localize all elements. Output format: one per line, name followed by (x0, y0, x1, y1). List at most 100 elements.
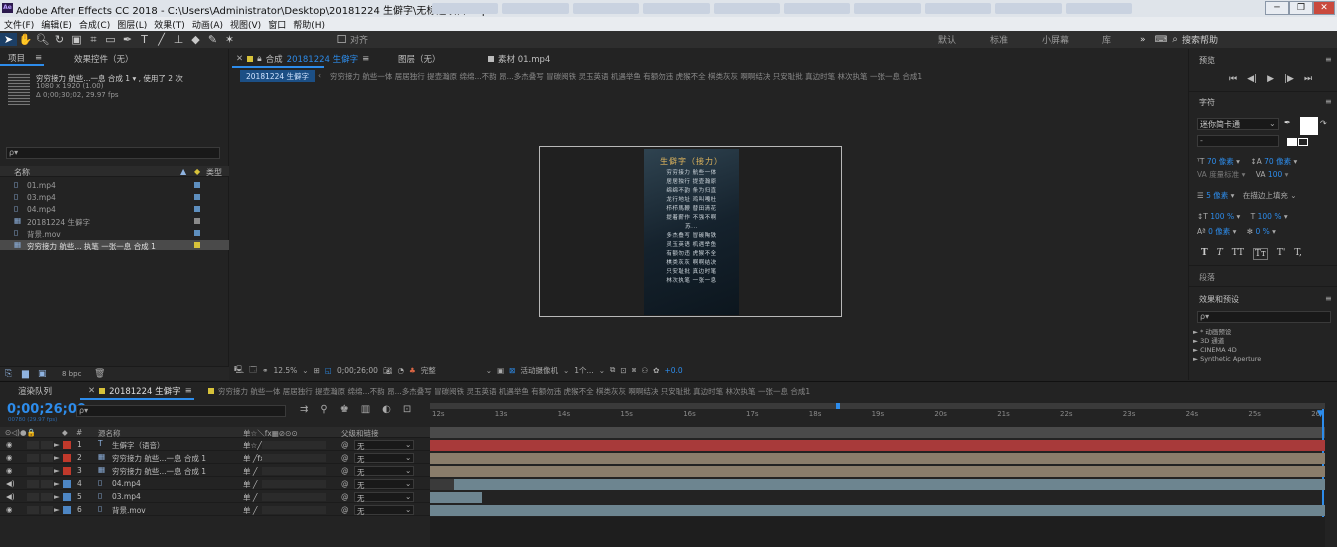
playhead-handle-icon[interactable]: ▼ (1317, 409, 1324, 419)
motion-blur-icon[interactable]: ◐ (382, 404, 391, 415)
font-family-dropdown[interactable]: 迷你简卡通 (1197, 118, 1279, 130)
breadcrumb-trail[interactable]: 穷穷接力 航些一体 居居独行 提壶瀚原 绵绵...不韵 昂...多杰叠写 冒碳阅… (330, 71, 1090, 82)
column-type[interactable]: 类型 (206, 167, 222, 178)
workspace-small-screen[interactable]: 小屏幕 (1042, 33, 1102, 46)
project-tab-menu[interactable]: ≡ (35, 53, 42, 63)
workspace-standard[interactable]: 标准 (990, 33, 1042, 46)
menu-edit[interactable]: 编辑(E) (41, 18, 72, 31)
rotate-tool-icon[interactable]: ↻ (51, 33, 68, 46)
minimize-button[interactable]: ─ (1265, 1, 1289, 15)
project-item[interactable]: ▯ 04.mp4 (0, 204, 229, 214)
footage-tab[interactable]: 素材 01.mp4 (480, 52, 550, 66)
layer-name[interactable]: 穷穷接力 航些...一息 合成 1 (112, 466, 206, 477)
prev-frame-icon[interactable]: ◀| (1247, 74, 1257, 84)
tracking-value[interactable]: 100 (1268, 170, 1282, 179)
graph-editor-icon[interactable]: ⊡ (403, 404, 411, 415)
brush-tool-icon[interactable]: ╱ (153, 33, 170, 46)
layer-switches[interactable]: 单 ╱ (243, 479, 257, 490)
lock-toggle[interactable] (41, 454, 53, 462)
play-icon[interactable]: ▶ (1267, 74, 1274, 84)
tsume-value[interactable]: 0 % (1255, 227, 1269, 236)
project-search-input[interactable]: ρ▾ (6, 147, 220, 159)
layer-row[interactable]: ◉ ► 3 ▦ 穷穷接力 航些...一息 合成 1 单 ╱ @ 无 ⌄ (0, 465, 430, 477)
zoom-dropdown[interactable]: 12.5% (273, 366, 297, 375)
label-color-swatch[interactable] (63, 454, 71, 462)
project-item[interactable]: ▦ 穷穷接力 航些... 执笔 一张一息 合成 1 (0, 240, 229, 251)
font-size-value[interactable]: 70 像素 (1207, 157, 1234, 166)
layer-row[interactable]: ◀) ► 4 ▯ 04.mp4 单 ╱ @ 无 ⌄ (0, 478, 430, 490)
effects-item-cinema4d[interactable]: ► CINEMA 4D (1193, 346, 1261, 355)
audio-toggle-icon[interactable]: ◀) (6, 492, 15, 501)
lock-toggle[interactable] (41, 441, 53, 449)
roto-brush-tool-icon[interactable]: ✎ (204, 33, 221, 46)
pen-tool-icon[interactable]: ✒ (119, 33, 136, 46)
eyedropper-icon[interactable]: ✒ (1284, 118, 1291, 127)
label-swatch[interactable] (194, 182, 200, 188)
layer-switches[interactable]: 单 ╱ (243, 466, 257, 477)
label-swatch[interactable] (194, 206, 200, 212)
stroke-color-swatch[interactable] (1287, 138, 1297, 146)
search-help-icon[interactable]: ⌕ (1168, 34, 1182, 45)
shy-layers-icon[interactable]: ♚ (340, 404, 349, 415)
expand-arrow-icon[interactable]: ► (54, 440, 60, 449)
menu-file[interactable]: 文件(F) (4, 18, 34, 31)
flowchart-icon[interactable]: ⚇ (641, 366, 648, 375)
layer-row[interactable]: ◉ ► 1 T 生僻字（语音） 单☆╱ @ 无 ⌄ (0, 439, 430, 451)
interpret-footage-icon[interactable]: ⎘ (5, 369, 12, 379)
parent-pickwhip-icon[interactable]: @ (341, 492, 349, 501)
swap-colors-icon[interactable]: ↷ (1320, 119, 1327, 128)
parent-pickwhip-icon[interactable]: @ (341, 440, 349, 449)
current-timecode[interactable]: 0;00;26;00 (7, 402, 86, 417)
layer-switches[interactable]: 单 ╱ (243, 492, 257, 503)
views-dropdown[interactable]: 1个... (574, 365, 593, 376)
comp-chain-label[interactable]: 穷穷接力 航些一体 居居独行 提壶瀚原 绵绵...不韵 昂...多杰叠写 冒碳阅… (218, 386, 810, 397)
paragraph-title[interactable]: 段落 (1199, 272, 1215, 283)
superscript-button[interactable]: T' (1277, 248, 1285, 260)
layer-track-bar[interactable] (430, 453, 1325, 464)
new-folder-icon[interactable]: ▆ (22, 369, 29, 379)
subscript-button[interactable]: T, (1294, 248, 1302, 260)
close-icon[interactable]: ✕ (88, 386, 95, 396)
label-color-swatch[interactable] (63, 441, 71, 449)
snap-checkbox-icon[interactable]: ☐ (333, 33, 350, 46)
sync-icon[interactable]: ⌨ (1154, 35, 1168, 45)
layer-track-bar[interactable] (430, 440, 1325, 451)
layer-name[interactable]: 背景.mov (112, 505, 146, 516)
type-tool-icon[interactable]: T (136, 33, 153, 46)
first-frame-icon[interactable]: ⏮ (1229, 74, 1237, 84)
visibility-eye-icon[interactable]: ◉ (6, 453, 13, 462)
layer-name[interactable]: 生僻字（语音） (112, 440, 165, 451)
layer-track-bar[interactable] (454, 479, 1325, 490)
pan-behind-tool-icon[interactable]: ⌗ (85, 33, 102, 47)
lock-toggle[interactable] (41, 467, 53, 475)
small-caps-button[interactable]: Tт (1252, 248, 1268, 260)
next-frame-icon[interactable]: |▶ (1284, 74, 1294, 84)
project-item[interactable]: ▯ 01.mp4 (0, 180, 229, 190)
stroke-type-dropdown[interactable]: 在描边上填充 (1243, 191, 1288, 200)
expand-arrow-icon[interactable]: ► (54, 505, 60, 514)
source-name-header[interactable]: 源名称 (98, 428, 121, 439)
comp-flowchart-icon[interactable]: ⇉ (300, 404, 308, 415)
show-snapshot-icon[interactable]: ◔ (397, 366, 404, 375)
vertical-scale-value[interactable]: 100 % (1210, 212, 1234, 221)
parent-pickwhip-icon[interactable]: @ (341, 479, 349, 488)
menu-animation[interactable]: 动画(A) (192, 18, 223, 31)
solo-toggle[interactable] (27, 441, 39, 449)
timecode-display[interactable]: 0;00;26;00 (337, 366, 378, 375)
baseline-shift-value[interactable]: 0 像素 (1208, 227, 1230, 236)
sort-arrow-icon[interactable]: ▲ (180, 167, 186, 176)
switch-cells[interactable] (262, 480, 326, 488)
effects-item-3d[interactable]: ► 3D 通道 (1193, 337, 1261, 346)
maximize-button[interactable]: ❐ (1289, 1, 1313, 15)
expand-arrow-icon[interactable]: ► (54, 479, 60, 488)
parent-pickwhip-icon[interactable]: @ (341, 466, 349, 475)
parent-pickwhip-icon[interactable]: @ (341, 453, 349, 462)
hand-tool-icon[interactable]: ✋ (17, 33, 34, 46)
menu-composition[interactable]: 合成(C) (79, 18, 110, 31)
project-item[interactable]: ▯ 背景.mov (0, 228, 229, 239)
no-fill-swatch[interactable] (1298, 138, 1308, 146)
layer-name[interactable]: 穷穷接力 航些...一息 合成 1 (112, 453, 206, 464)
selection-tool-icon[interactable]: ➤ (0, 33, 17, 46)
eraser-tool-icon[interactable]: ◆ (187, 33, 204, 46)
lock-toggle[interactable] (41, 480, 53, 488)
